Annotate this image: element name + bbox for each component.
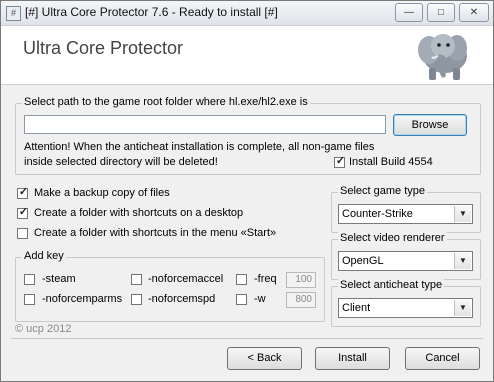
minimize-icon: — [404, 7, 414, 18]
installer-window: # [#] Ultra Core Protector 7.6 - Ready t… [0, 0, 494, 382]
path-group-label: Select path to the game root folder wher… [22, 96, 310, 108]
w-key-checkbox[interactable] [236, 294, 247, 305]
path-group: Select path to the game root folder wher… [15, 96, 481, 175]
warning-text-line2: inside selected directory will be delete… [24, 156, 218, 168]
maximize-icon: □ [437, 7, 445, 18]
backup-label: Make a backup copy of files [34, 187, 170, 199]
install-build-checkbox[interactable]: ✓ [334, 155, 346, 168]
add-key-label: Add key [22, 250, 66, 262]
install-build-label: Install Build 4554 [349, 156, 433, 168]
checkmark-icon: ✓ [18, 186, 29, 198]
close-icon: ✕ [469, 7, 479, 18]
freq-key-label: -freq [254, 273, 277, 285]
minimize-button[interactable]: — [395, 3, 423, 22]
video-renderer-group: Select video renderer OpenGL ▼ [331, 232, 481, 280]
steam-key-checkbox[interactable] [24, 274, 35, 285]
anticheat-type-value: Client [342, 302, 371, 314]
w-value-input[interactable]: 800 [286, 292, 316, 308]
game-type-group: Select game type Counter-Strike ▼ [331, 185, 481, 233]
start-menu-shortcuts-label: Create a folder with shortcuts in the me… [34, 227, 277, 239]
noforcemspd-key-checkbox[interactable] [131, 294, 142, 305]
start-menu-shortcuts-checkbox[interactable] [17, 228, 28, 239]
w-key-label: -w [254, 293, 266, 305]
close-button[interactable]: ✕ [459, 3, 489, 22]
back-button[interactable]: < Back [227, 347, 302, 370]
checkmark-icon: ✓ [335, 155, 346, 167]
app-title: Ultra Core Protector [23, 38, 184, 58]
footer-divider [11, 338, 483, 339]
title-bar[interactable]: # [#] Ultra Core Protector 7.6 - Ready t… [1, 1, 493, 26]
install-button[interactable]: Install [315, 347, 390, 370]
anticheat-type-select[interactable]: Client ▼ [338, 298, 473, 318]
anticheat-type-label: Select anticheat type [338, 279, 445, 291]
window-title: [#] Ultra Core Protector 7.6 - Ready to … [25, 5, 278, 19]
desktop-shortcuts-checkbox[interactable]: ✓ [17, 206, 29, 219]
warning-text-line1: Attention! When the anticheat installati… [24, 141, 375, 153]
freq-key-checkbox[interactable] [236, 274, 247, 285]
game-path-input[interactable] [24, 115, 386, 134]
video-renderer-label: Select video renderer [338, 232, 447, 244]
freq-value-input[interactable]: 100 [286, 272, 316, 288]
chevron-down-icon[interactable]: ▼ [454, 253, 471, 269]
chevron-down-icon[interactable]: ▼ [454, 206, 471, 222]
desktop-shortcuts-label: Create a folder with shortcuts on a desk… [34, 207, 244, 219]
app-icon: # [6, 6, 21, 21]
elephant-icon [418, 34, 467, 80]
header-banner: Ultra Core Protector [1, 26, 493, 85]
video-renderer-select[interactable]: OpenGL ▼ [338, 251, 473, 271]
steam-key-label: -steam [42, 273, 76, 285]
backup-checkbox[interactable]: ✓ [17, 186, 29, 199]
browse-button[interactable]: Browse [393, 114, 467, 136]
noforcemparms-key-checkbox[interactable] [24, 294, 35, 305]
game-type-label: Select game type [338, 185, 427, 197]
noforcemparms-key-label: -noforcemparms [42, 293, 123, 305]
copyright-text: © ucp 2012 [15, 323, 72, 335]
video-renderer-value: OpenGL [342, 255, 384, 267]
chevron-down-icon[interactable]: ▼ [454, 300, 471, 316]
add-key-group: Add key -steam -noforcemaccel -freq 100 … [15, 250, 325, 322]
noforcemaccel-key-label: -noforcemaccel [148, 273, 224, 285]
maximize-button[interactable]: □ [427, 3, 455, 22]
noforcemaccel-key-checkbox[interactable] [131, 274, 142, 285]
anticheat-type-group: Select anticheat type Client ▼ [331, 279, 481, 327]
game-type-value: Counter-Strike [342, 208, 413, 220]
cancel-button[interactable]: Cancel [405, 347, 480, 370]
game-type-select[interactable]: Counter-Strike ▼ [338, 204, 473, 224]
checkmark-icon: ✓ [18, 206, 29, 218]
noforcemspd-key-label: -noforcemspd [148, 293, 216, 305]
